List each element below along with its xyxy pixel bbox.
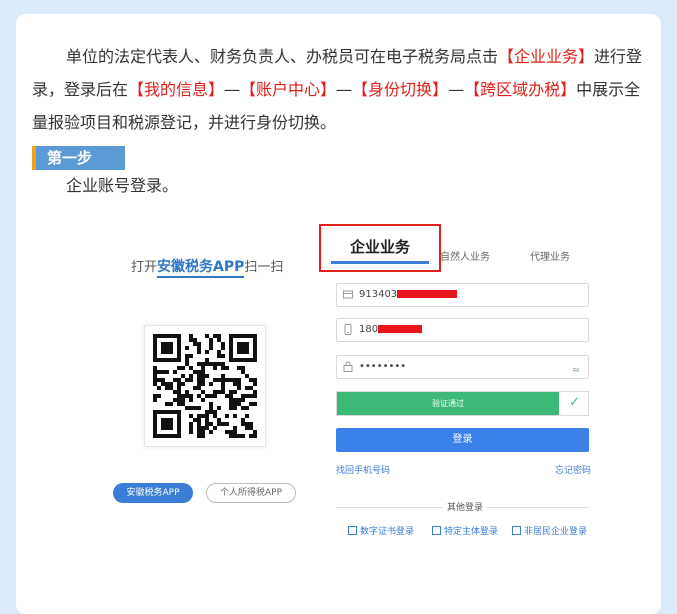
eye-icon[interactable]: ≈ xyxy=(572,360,580,382)
method-label: 特定主体登录 xyxy=(444,527,499,537)
slider-verification[interactable]: 验证通过 ✓ xyxy=(336,391,589,416)
step-badge: 第一步 xyxy=(32,146,125,170)
taxpayer-id-value: 913403 xyxy=(359,289,398,300)
app-button-personal-tax[interactable]: 个人所得税APP xyxy=(206,483,296,503)
scan-prefix: 打开 xyxy=(131,260,158,275)
card-icon xyxy=(343,290,353,299)
phone-icon xyxy=(344,324,352,335)
separator-dash: — xyxy=(336,80,353,99)
separator-dash: — xyxy=(448,80,465,99)
nonresident-icon xyxy=(512,526,521,535)
app-button-anhui[interactable]: 安徽税务APP xyxy=(113,483,193,503)
qr-code-icon xyxy=(153,334,257,438)
scan-app-name: 安徽税务APP xyxy=(157,259,245,278)
qr-code-frame xyxy=(144,325,266,447)
highlight-account-center: 【账户中心】 xyxy=(240,80,337,99)
separator-dash: — xyxy=(224,80,241,99)
intro-paragraph: 单位的法定代表人、财务负责人、办税员可在电子税务局点击【企业业务】进行登录，登录… xyxy=(32,40,646,139)
other-login-label: 其他登录 xyxy=(443,500,488,513)
highlight-enterprise-business: 【企业业务】 xyxy=(498,47,595,66)
certificate-icon xyxy=(348,526,357,535)
tab-agent[interactable]: 代理业务 xyxy=(530,248,570,263)
entity-icon xyxy=(432,526,441,535)
verify-status: 验证通过 xyxy=(337,392,559,415)
scan-suffix: 扫一扫 xyxy=(244,260,284,275)
lock-icon xyxy=(343,361,353,372)
login-button[interactable]: 登录 xyxy=(336,428,589,452)
content-card: 单位的法定代表人、财务负责人、办税员可在电子税务局点击【企业业务】进行登录，登录… xyxy=(16,14,661,614)
highlight-my-info: 【我的信息】 xyxy=(128,80,225,99)
password-value: •••••••• xyxy=(359,361,407,372)
method-label: 数字证书登录 xyxy=(360,527,415,537)
password-field[interactable]: •••••••• ≈ xyxy=(336,355,589,379)
taxpayer-id-field[interactable]: 913403 xyxy=(336,283,589,307)
tab-active-underline xyxy=(331,261,429,264)
tab-enterprise-business[interactable]: 企业业务 xyxy=(319,224,441,272)
intro-text-1: 单位的法定代表人、财务负责人、办税员可在电子税务局点击 xyxy=(66,47,499,66)
check-icon: ✓ xyxy=(569,395,580,410)
digital-certificate-login[interactable]: 数字证书登录 xyxy=(348,524,414,537)
method-label: 非居民企业登录 xyxy=(524,527,588,537)
phone-field[interactable]: 180 xyxy=(336,318,589,342)
redaction-bar xyxy=(397,290,458,298)
highlight-cross-region-tax: 【跨区域办税】 xyxy=(464,80,577,99)
redaction-bar xyxy=(378,325,423,333)
login-screenshot: 打开安徽税务APP扫一扫 安徽税务APP 个人所得税APP 企业业务 自然人业务… xyxy=(102,210,597,540)
tab-enterprise-label: 企业业务 xyxy=(349,238,410,256)
non-resident-login[interactable]: 非居民企业登录 xyxy=(512,524,587,537)
scan-instruction: 打开安徽税务APP扫一扫 xyxy=(131,256,284,278)
highlight-identity-switch: 【身份切换】 xyxy=(352,80,449,99)
step-description: 企业账号登录。 xyxy=(66,176,179,195)
recover-phone-link[interactable]: 找回手机号码 xyxy=(336,463,390,476)
phone-value: 180 xyxy=(359,324,379,335)
forgot-password-link[interactable]: 忘记密码 xyxy=(555,463,591,476)
tab-natural-person[interactable]: 自然人业务 xyxy=(440,248,490,263)
specific-entity-login[interactable]: 特定主体登录 xyxy=(432,524,498,537)
